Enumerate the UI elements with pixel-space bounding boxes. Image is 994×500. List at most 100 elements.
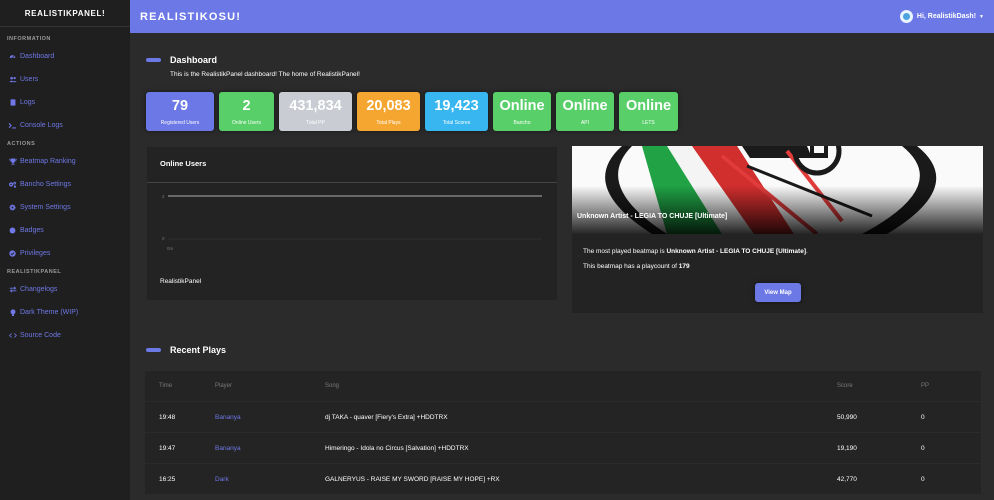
sidebar-item-label: Privileges xyxy=(20,250,51,257)
stat-value: 2 xyxy=(242,97,251,114)
sidebar-section-information: INFORMATION xyxy=(7,35,51,42)
terminal-icon xyxy=(8,122,17,129)
sidebar-item-label: Dark Theme (WIP) xyxy=(20,309,79,316)
stat-api: Online API xyxy=(556,92,614,131)
beatmap-cover-image: Unknown Artist - LEGIA TO CHUJE [Ultimat… xyxy=(572,146,983,234)
table-row: 16:25 Dark GALNERYUS - RAISE MY SWORD [R… xyxy=(145,464,981,495)
stat-value: 431,834 xyxy=(289,97,342,114)
table-header: Time Player Song Score PP xyxy=(145,371,981,402)
stat-label: Online Users xyxy=(232,119,261,126)
recent-plays-heading: Recent Plays xyxy=(146,345,226,355)
online-users-card: Online Users 2 0 0m RealistikPanel xyxy=(147,147,557,300)
recent-plays-table: Time Player Song Score PP 19:48 Bananya … xyxy=(145,371,981,495)
stat-bancho: Online Bancho xyxy=(493,92,551,131)
stat-label: Bancho xyxy=(513,119,531,126)
top-beatmap-card: Unknown Artist - LEGIA TO CHUJE [Ultimat… xyxy=(572,146,983,313)
chart-legend-label: RealistikPanel xyxy=(160,278,202,285)
beatmap-text-prefix: The most played beatmap is xyxy=(583,248,667,255)
stat-label: Total PP xyxy=(306,119,325,126)
play-score: 42,770 xyxy=(837,475,857,483)
online-users-chart: 2 0 0m xyxy=(160,191,545,263)
code-icon xyxy=(8,332,17,339)
stat-label: LETS xyxy=(642,119,655,126)
sidebar-item-badges[interactable]: Badges xyxy=(0,219,130,242)
sidebar-section-realistikpanel: REALISTIKPANEL xyxy=(7,268,62,275)
cogs-icon xyxy=(8,181,17,188)
heading-accent xyxy=(146,58,161,62)
dashboard-icon xyxy=(8,53,17,60)
circle-icon xyxy=(8,227,17,234)
user-greeting: Hi, RealistikDash! xyxy=(916,13,977,20)
playcount-value: 179 xyxy=(678,263,690,270)
player-link[interactable]: Bananya xyxy=(215,414,325,421)
chart-svg xyxy=(168,195,542,240)
beatmap-text-suffix: . xyxy=(805,248,808,255)
topbar: REALISTIKOSU! Hi, RealistikDash! ▼ xyxy=(130,0,994,33)
sidebar-item-changelogs[interactable]: Changelogs xyxy=(0,278,130,301)
card-divider xyxy=(147,182,557,183)
col-player: Player xyxy=(215,383,233,389)
beatmap-title: Unknown Artist - LEGIA TO CHUJE [Ultimat… xyxy=(577,213,728,220)
sidebar-item-console-logs[interactable]: Console Logs xyxy=(0,114,130,137)
stat-label: Total Plays xyxy=(376,119,401,126)
table-row: 19:47 Bananya Himeringo - Idola no Circu… xyxy=(145,433,981,464)
sidebar-item-label: Source Code xyxy=(20,332,61,339)
sidebar-item-dashboard[interactable]: Dashboard xyxy=(0,45,130,68)
sidebar-item-label: Badges xyxy=(20,227,44,234)
stat-value: Online xyxy=(562,97,608,114)
sidebar-item-source-code[interactable]: Source Code xyxy=(0,324,130,347)
stat-total-scores: 19,423 Total Scores xyxy=(425,92,488,131)
x-tick: 0m xyxy=(167,246,174,251)
sidebar-item-system-settings[interactable]: System Settings xyxy=(0,196,130,219)
play-score: 19,190 xyxy=(837,444,857,452)
dashboard-title: Dashboard xyxy=(170,55,218,65)
col-time: Time xyxy=(159,383,173,389)
sidebar: REALISTIKPANEL! INFORMATION Dashboard Us… xyxy=(0,0,130,500)
heading-accent xyxy=(146,348,161,352)
beatmap-cover-art xyxy=(572,146,983,234)
col-song: Song xyxy=(325,383,340,389)
stat-total-pp: 431,834 Total PP xyxy=(279,92,352,131)
stat-value: 20,083 xyxy=(366,97,411,114)
sidebar-section-actions: ACTIONS xyxy=(7,140,36,147)
stat-value: 19,423 xyxy=(434,97,479,114)
recent-plays-title: Recent Plays xyxy=(170,345,227,355)
player-link[interactable]: Dark xyxy=(215,476,325,483)
users-icon xyxy=(8,76,17,83)
sidebar-item-label: Logs xyxy=(20,99,36,106)
play-time: 19:47 xyxy=(159,444,176,452)
col-score: Score xyxy=(837,383,853,389)
col-pp: PP xyxy=(921,383,930,389)
sidebar-item-dark-theme[interactable]: Dark Theme (WIP) xyxy=(0,301,130,324)
sidebar-item-label: Beatmap Ranking xyxy=(20,158,76,165)
sidebar-item-logs[interactable]: Logs xyxy=(0,91,130,114)
stat-registered-users: 79 Registered Users xyxy=(146,92,214,131)
lightbulb-icon xyxy=(8,308,17,317)
online-users-title: Online Users xyxy=(160,159,207,168)
player-link[interactable]: Bananya xyxy=(215,445,325,452)
sidebar-item-label: Console Logs xyxy=(20,122,63,129)
y-tick-top: 2 xyxy=(162,194,165,199)
sidebar-item-users[interactable]: Users xyxy=(0,68,130,91)
stat-value: 79 xyxy=(171,97,189,114)
stat-value: Online xyxy=(625,97,672,114)
logs-icon xyxy=(8,99,17,106)
caret-down-icon: ▼ xyxy=(979,13,984,20)
play-score: 50,990 xyxy=(837,413,857,421)
play-song: GALNERYUS - RAISE MY SWORD [RAISE MY HOP… xyxy=(325,475,500,483)
user-menu[interactable]: Hi, RealistikDash! ▼ xyxy=(899,10,984,23)
view-map-button[interactable]: View Map xyxy=(755,283,801,302)
sidebar-item-bancho-settings[interactable]: Bancho Settings xyxy=(0,173,130,196)
table-row: 19:48 Bananya dj TAKA - quaver [Fiery's … xyxy=(145,402,981,433)
play-pp: 0 xyxy=(921,475,925,483)
sidebar-item-beatmap-ranking[interactable]: Beatmap Ranking xyxy=(0,150,130,173)
stat-label: Total Scores xyxy=(442,119,471,126)
sidebar-item-label: Users xyxy=(20,76,39,83)
sidebar-item-label: Changelogs xyxy=(20,286,58,293)
stat-total-plays: 20,083 Total Plays xyxy=(357,92,420,131)
stats-row: 79 Registered Users 2 Online Users 431,8… xyxy=(146,92,678,131)
play-time: 16:25 xyxy=(159,475,176,483)
play-time: 19:48 xyxy=(159,413,176,421)
sidebar-brand[interactable]: REALISTIKPANEL! xyxy=(0,0,130,27)
sidebar-item-privileges[interactable]: Privileges xyxy=(0,242,130,265)
